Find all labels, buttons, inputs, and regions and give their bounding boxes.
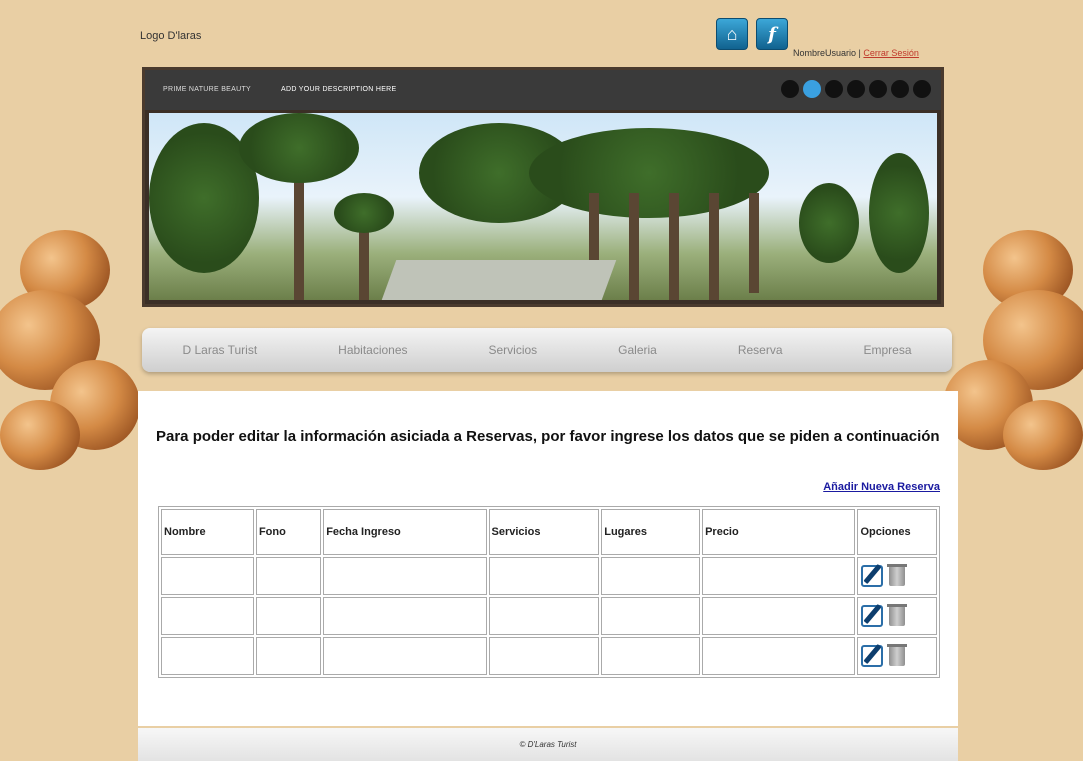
banner-slider: PRIME NATURE BEAUTY ADD YOUR DESCRIPTION…	[142, 67, 944, 307]
table-cell	[488, 557, 600, 595]
table-cell	[161, 557, 254, 595]
decorative-pots-left	[0, 200, 140, 480]
footer: © D'Laras Turist	[138, 728, 958, 761]
table-cell	[601, 557, 701, 595]
table-cell	[323, 597, 487, 635]
table-cell	[161, 597, 254, 635]
slider-dot[interactable]	[869, 80, 887, 98]
logout-link[interactable]: Cerrar Sesión	[863, 48, 919, 58]
page-container: Logo D'laras ⌂ f NombreUsuario | Cerrar …	[138, 6, 958, 761]
slider-dots	[781, 80, 931, 98]
table-cell	[255, 597, 322, 635]
add-reservation-link[interactable]: Añadir Nueva Reserva	[823, 481, 940, 493]
banner-header: PRIME NATURE BEAUTY ADD YOUR DESCRIPTION…	[145, 70, 941, 110]
edit-icon[interactable]	[861, 645, 884, 667]
trash-icon[interactable]	[887, 564, 908, 586]
banner-image	[149, 113, 937, 300]
column-header: Fecha Ingreso	[323, 509, 487, 555]
table-cell	[255, 637, 322, 675]
trash-icon[interactable]	[887, 604, 908, 626]
table-cell	[702, 597, 856, 635]
slider-dot[interactable]	[803, 80, 821, 98]
slider-dot[interactable]	[847, 80, 865, 98]
banner-title: PRIME NATURE BEAUTY	[163, 86, 252, 93]
column-header: Opciones	[857, 509, 937, 555]
table-row	[161, 637, 937, 675]
slider-dot[interactable]	[781, 80, 799, 98]
table-cell	[255, 557, 322, 595]
options-cell	[857, 557, 937, 595]
reservations-table: Nombre Fono Fecha Ingreso Servicios Lugares P…	[158, 506, 940, 678]
table-cell	[488, 597, 600, 635]
decorative-pots-right	[943, 200, 1083, 480]
table-cell	[702, 557, 856, 595]
main-nav: D Laras Turist Habitaciones Servicios Galer…	[142, 328, 952, 372]
slider-dot[interactable]	[891, 80, 909, 98]
user-info: NombreUsuario | Cerrar Sesión	[793, 48, 919, 58]
trash-icon[interactable]	[887, 644, 908, 666]
home-icon[interactable]: ⌂	[716, 18, 748, 50]
logo[interactable]: Logo D'laras	[140, 30, 201, 42]
edit-icon[interactable]	[861, 605, 884, 627]
nav-item-d-laras-turist[interactable]: D Laras Turist	[182, 343, 257, 357]
table-row	[161, 557, 937, 595]
separator: |	[858, 48, 861, 58]
table-cell	[601, 637, 701, 675]
column-header: Nombre	[161, 509, 254, 555]
nav-item-reserva[interactable]: Reserva	[738, 343, 783, 357]
options-cell	[857, 637, 937, 675]
column-header: Precio	[702, 509, 856, 555]
table-cell	[601, 597, 701, 635]
top-bar: Logo D'laras ⌂ f NombreUsuario | Cerrar …	[138, 6, 958, 66]
nav-item-habitaciones[interactable]: Habitaciones	[338, 343, 407, 357]
column-header: Fono	[255, 509, 322, 555]
column-header: Lugares	[601, 509, 701, 555]
table-cell	[702, 637, 856, 675]
username: NombreUsuario	[793, 48, 857, 58]
column-header: Servicios	[488, 509, 600, 555]
nav-item-empresa[interactable]: Empresa	[863, 343, 911, 357]
table-cell	[323, 637, 487, 675]
slider-dot[interactable]	[913, 80, 931, 98]
table-header-row: Nombre Fono Fecha Ingreso Servicios Lugares P…	[161, 509, 937, 555]
options-cell	[857, 597, 937, 635]
table-row	[161, 597, 937, 635]
flash-icon[interactable]: f	[756, 18, 788, 50]
table-cell	[323, 557, 487, 595]
footer-text: © D'Laras Turist	[519, 740, 577, 749]
table-cell	[161, 637, 254, 675]
banner-description: ADD YOUR DESCRIPTION HERE	[281, 86, 397, 93]
page-heading: Para poder editar la información asiciad…	[156, 428, 940, 445]
nav-item-servicios[interactable]: Servicios	[489, 343, 538, 357]
nav-item-galeria[interactable]: Galeria	[618, 343, 657, 357]
table-cell	[488, 637, 600, 675]
edit-icon[interactable]	[861, 565, 884, 587]
slider-dot[interactable]	[825, 80, 843, 98]
main-content: Para poder editar la información asiciad…	[138, 391, 958, 726]
